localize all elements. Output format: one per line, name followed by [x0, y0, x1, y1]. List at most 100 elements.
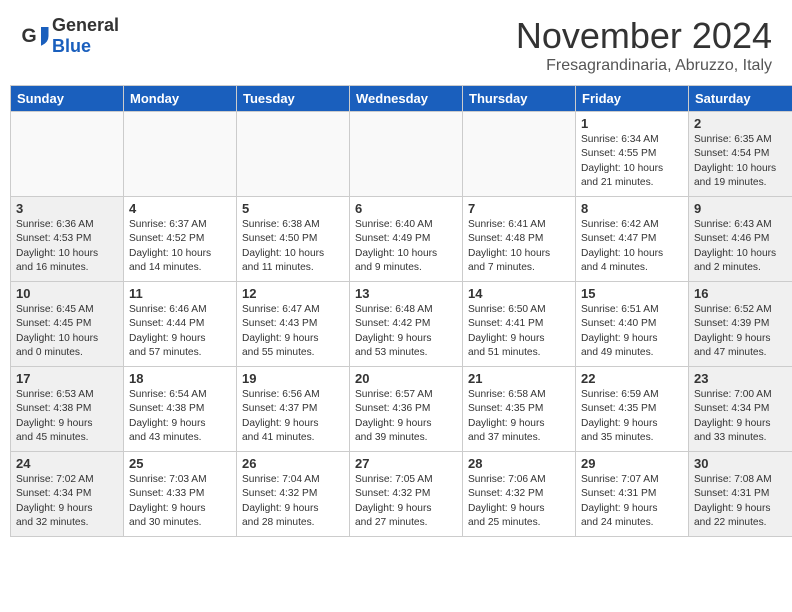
month-title: November 2024 — [516, 15, 772, 57]
day-info: Sunrise: 6:42 AM Sunset: 4:47 PM Dayligh… — [581, 218, 683, 275]
calendar-cell: 23 Sunrise: 7:00 AM Sunset: 4:34 PM Dayli… — [689, 367, 792, 452]
calendar-cell: 15 Sunrise: 6:51 AM Sunset: 4:40 PM Dayli… — [576, 282, 689, 367]
day-info: Sunrise: 6:47 AM Sunset: 4:43 PM Dayligh… — [242, 303, 344, 360]
day-number: 25 — [129, 456, 231, 471]
calendar-cell: 24 Sunrise: 7:02 AM Sunset: 4:34 PM Dayli… — [11, 452, 124, 537]
day-number: 15 — [581, 286, 683, 301]
day-number: 8 — [581, 201, 683, 216]
calendar-cell — [124, 112, 237, 197]
day-number: 7 — [468, 201, 570, 216]
day-info: Sunrise: 6:56 AM Sunset: 4:37 PM Dayligh… — [242, 388, 344, 445]
day-info: Sunrise: 6:51 AM Sunset: 4:40 PM Dayligh… — [581, 303, 683, 360]
day-number: 3 — [16, 201, 118, 216]
day-info: Sunrise: 6:37 AM Sunset: 4:52 PM Dayligh… — [129, 218, 231, 275]
svg-text:G: G — [22, 25, 37, 47]
calendar-cell: 18Sunrise: 6:54 AM Sunset: 4:38 PM Dayli… — [124, 367, 237, 452]
header-tuesday: Tuesday — [237, 86, 350, 112]
day-info: Sunrise: 6:43 AM Sunset: 4:46 PM Dayligh… — [694, 218, 792, 275]
calendar-cell: 10Sunrise: 6:45 AM Sunset: 4:45 PM Dayli… — [11, 282, 124, 367]
calendar-cell — [11, 112, 124, 197]
calendar-cell: 29Sunrise: 7:07 AM Sunset: 4:31 PM Dayli… — [576, 452, 689, 537]
day-number: 5 — [242, 201, 344, 216]
calendar-cell: 19Sunrise: 6:56 AM Sunset: 4:37 PM Dayli… — [237, 367, 350, 452]
day-number: 16 — [694, 286, 792, 301]
day-info: Sunrise: 6:36 AM Sunset: 4:53 PM Dayligh… — [16, 218, 118, 275]
calendar-cell: 11Sunrise: 6:46 AM Sunset: 4:44 PM Dayli… — [124, 282, 237, 367]
day-info: Sunrise: 6:45 AM Sunset: 4:45 PM Dayligh… — [16, 303, 118, 360]
calendar-cell: 14 Sunrise: 6:50 AM Sunset: 4:41 PM Dayli… — [463, 282, 576, 367]
week-row-4: 24 Sunrise: 7:02 AM Sunset: 4:34 PM Dayli… — [11, 452, 792, 537]
day-info: Sunrise: 7:02 AM Sunset: 4:34 PM Dayligh… — [16, 473, 118, 530]
day-number: 26 — [242, 456, 344, 471]
calendar-cell: 27Sunrise: 7:05 AM Sunset: 4:32 PM Dayli… — [350, 452, 463, 537]
day-info: Sunrise: 6:48 AM Sunset: 4:42 PM Dayligh… — [355, 303, 457, 360]
day-info: Sunrise: 7:08 AM Sunset: 4:31 PM Dayligh… — [694, 473, 792, 530]
calendar-cell: 21 Sunrise: 6:58 AM Sunset: 4:35 PM Dayli… — [463, 367, 576, 452]
header-wednesday: Wednesday — [350, 86, 463, 112]
calendar-cell: 22 Sunrise: 6:59 AM Sunset: 4:35 PM Dayli… — [576, 367, 689, 452]
day-info: Sunrise: 6:59 AM Sunset: 4:35 PM Dayligh… — [581, 388, 683, 445]
header-sunday: Sunday — [11, 86, 124, 112]
calendar-cell: 28 Sunrise: 7:06 AM Sunset: 4:32 PM Dayli… — [463, 452, 576, 537]
day-info: Sunrise: 6:46 AM Sunset: 4:44 PM Dayligh… — [129, 303, 231, 360]
day-number: 21 — [468, 371, 570, 386]
calendar-cell — [463, 112, 576, 197]
calendar-cell: 4 Sunrise: 6:37 AM Sunset: 4:52 PM Daylig… — [124, 197, 237, 282]
day-info: Sunrise: 7:00 AM Sunset: 4:34 PM Dayligh… — [694, 388, 792, 445]
week-row-3: 17Sunrise: 6:53 AM Sunset: 4:38 PM Dayli… — [11, 367, 792, 452]
title-section: November 2024 Fresagrandinaria, Abruzzo,… — [516, 15, 772, 75]
header-monday: Monday — [124, 86, 237, 112]
day-info: Sunrise: 6:38 AM Sunset: 4:50 PM Dayligh… — [242, 218, 344, 275]
day-number: 14 — [468, 286, 570, 301]
calendar-cell: 1 Sunrise: 6:34 AM Sunset: 4:55 PM Daylig… — [576, 112, 689, 197]
day-number: 23 — [694, 371, 792, 386]
day-info: Sunrise: 7:07 AM Sunset: 4:31 PM Dayligh… — [581, 473, 683, 530]
day-info: Sunrise: 6:50 AM Sunset: 4:41 PM Dayligh… — [468, 303, 570, 360]
day-number: 17 — [16, 371, 118, 386]
day-number: 22 — [581, 371, 683, 386]
day-info: Sunrise: 6:40 AM Sunset: 4:49 PM Dayligh… — [355, 218, 457, 275]
day-number: 12 — [242, 286, 344, 301]
week-row-1: 3 Sunrise: 6:36 AM Sunset: 4:53 PM Daylig… — [11, 197, 792, 282]
day-number: 30 — [694, 456, 792, 471]
logo-text: General Blue — [52, 15, 119, 57]
day-number: 18 — [129, 371, 231, 386]
day-number: 1 — [581, 116, 683, 131]
week-row-2: 10Sunrise: 6:45 AM Sunset: 4:45 PM Dayli… — [11, 282, 792, 367]
logo: G General Blue — [20, 15, 119, 57]
week-row-0: 1 Sunrise: 6:34 AM Sunset: 4:55 PM Daylig… — [11, 112, 792, 197]
day-number: 6 — [355, 201, 457, 216]
header-friday: Friday — [576, 86, 689, 112]
day-info: Sunrise: 6:58 AM Sunset: 4:35 PM Dayligh… — [468, 388, 570, 445]
day-number: 20 — [355, 371, 457, 386]
calendar-cell — [350, 112, 463, 197]
calendar-cell: 26 Sunrise: 7:04 AM Sunset: 4:32 PM Dayli… — [237, 452, 350, 537]
day-info: Sunrise: 6:41 AM Sunset: 4:48 PM Dayligh… — [468, 218, 570, 275]
logo-blue: Blue — [52, 36, 119, 57]
day-number: 13 — [355, 286, 457, 301]
calendar-cell: 12 Sunrise: 6:47 AM Sunset: 4:43 PM Dayli… — [237, 282, 350, 367]
calendar-cell: 6 Sunrise: 6:40 AM Sunset: 4:49 PM Daylig… — [350, 197, 463, 282]
day-number: 4 — [129, 201, 231, 216]
calendar-cell: 20Sunrise: 6:57 AM Sunset: 4:36 PM Dayli… — [350, 367, 463, 452]
calendar: Sunday Monday Tuesday Wednesday Thursday… — [10, 85, 792, 537]
day-info: Sunrise: 7:04 AM Sunset: 4:32 PM Dayligh… — [242, 473, 344, 530]
calendar-header-row: Sunday Monday Tuesday Wednesday Thursday… — [11, 86, 792, 112]
header-thursday: Thursday — [463, 86, 576, 112]
day-info: Sunrise: 6:52 AM Sunset: 4:39 PM Dayligh… — [694, 303, 792, 360]
calendar-cell: 8 Sunrise: 6:42 AM Sunset: 4:47 PM Daylig… — [576, 197, 689, 282]
day-number: 24 — [16, 456, 118, 471]
day-info: Sunrise: 7:06 AM Sunset: 4:32 PM Dayligh… — [468, 473, 570, 530]
calendar-cell: 17Sunrise: 6:53 AM Sunset: 4:38 PM Dayli… — [11, 367, 124, 452]
calendar-cell: 13 Sunrise: 6:48 AM Sunset: 4:42 PM Dayli… — [350, 282, 463, 367]
calendar-cell: 3 Sunrise: 6:36 AM Sunset: 4:53 PM Daylig… — [11, 197, 124, 282]
calendar-cell — [237, 112, 350, 197]
day-info: Sunrise: 6:34 AM Sunset: 4:55 PM Dayligh… — [581, 133, 683, 190]
logo-icon: G — [20, 21, 50, 51]
logo-general: General — [52, 15, 119, 36]
day-number: 9 — [694, 201, 792, 216]
calendar-cell: 7 Sunrise: 6:41 AM Sunset: 4:48 PM Daylig… — [463, 197, 576, 282]
day-number: 28 — [468, 456, 570, 471]
calendar-cell: 5 Sunrise: 6:38 AM Sunset: 4:50 PM Daylig… — [237, 197, 350, 282]
header-saturday: Saturday — [689, 86, 792, 112]
